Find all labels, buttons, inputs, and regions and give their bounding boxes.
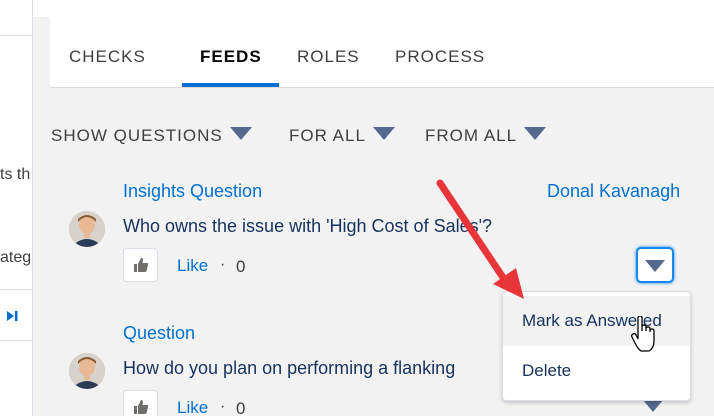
feed-actions-dropdown: Mark as Answered Delete (502, 291, 691, 401)
thumbs-up-icon (134, 400, 149, 414)
tab-roles[interactable]: ROLES (297, 47, 360, 67)
avatar (69, 353, 105, 389)
chevron-down-icon (645, 260, 665, 272)
feed-question-text: How do you plan on performing a flanking (123, 358, 456, 378)
like-button[interactable] (123, 248, 158, 282)
feed-type-link[interactable]: Question (123, 323, 195, 344)
tab-feeds[interactable]: FEEDS (200, 47, 262, 67)
like-link[interactable]: Like (177, 398, 208, 416)
chevron-down-icon (229, 127, 252, 141)
tab-bar: CHECKS FEEDS ROLES PROCESS (50, 17, 714, 88)
active-tab-indicator (182, 83, 279, 87)
feed-question-text: Who owns the issue with 'High Cost of Sa… (123, 216, 493, 236)
delete-menu-item[interactable]: Delete (503, 346, 690, 396)
like-count: 0 (236, 257, 246, 276)
chevron-down-icon (372, 127, 395, 141)
left-panel: ts th ateg (0, 0, 33, 416)
from-all-label: FROM ALL (425, 126, 518, 145)
feed-type-link[interactable]: Insights Question (123, 181, 262, 202)
show-questions-filter[interactable]: SHOW QUESTIONS (51, 126, 252, 146)
skip-forward-icon[interactable] (5, 309, 19, 323)
mark-as-answered-menu-item[interactable]: Mark as Answered (503, 296, 690, 346)
avatar-image (69, 211, 105, 247)
feed-actions-menu-button[interactable] (636, 247, 674, 283)
avatar-image (69, 353, 105, 389)
pager-next-box[interactable] (0, 289, 32, 341)
thumbs-up-icon (134, 258, 149, 272)
tab-checks[interactable]: CHECKS (69, 47, 146, 67)
for-all-label: FOR ALL (289, 126, 366, 145)
left-panel-text-fragment: ateg (0, 249, 32, 266)
chevron-down-icon (524, 127, 547, 141)
left-panel-text-fragment: ts th (0, 166, 31, 183)
show-questions-label: SHOW QUESTIONS (51, 126, 223, 145)
left-panel-header (0, 0, 32, 36)
tab-process[interactable]: PROCESS (395, 47, 485, 67)
like-button[interactable] (123, 390, 158, 416)
from-all-filter[interactable]: FROM ALL (425, 126, 547, 146)
like-count: 0 (236, 399, 246, 416)
for-all-filter[interactable]: FOR ALL (289, 126, 395, 146)
chevron-down-icon (643, 400, 663, 412)
separator-dot: · (220, 398, 226, 415)
avatar (69, 211, 105, 247)
separator-dot: · (220, 256, 226, 273)
feed-author-link[interactable]: Donal Kavanagh (547, 181, 680, 202)
like-link[interactable]: Like (177, 256, 208, 276)
